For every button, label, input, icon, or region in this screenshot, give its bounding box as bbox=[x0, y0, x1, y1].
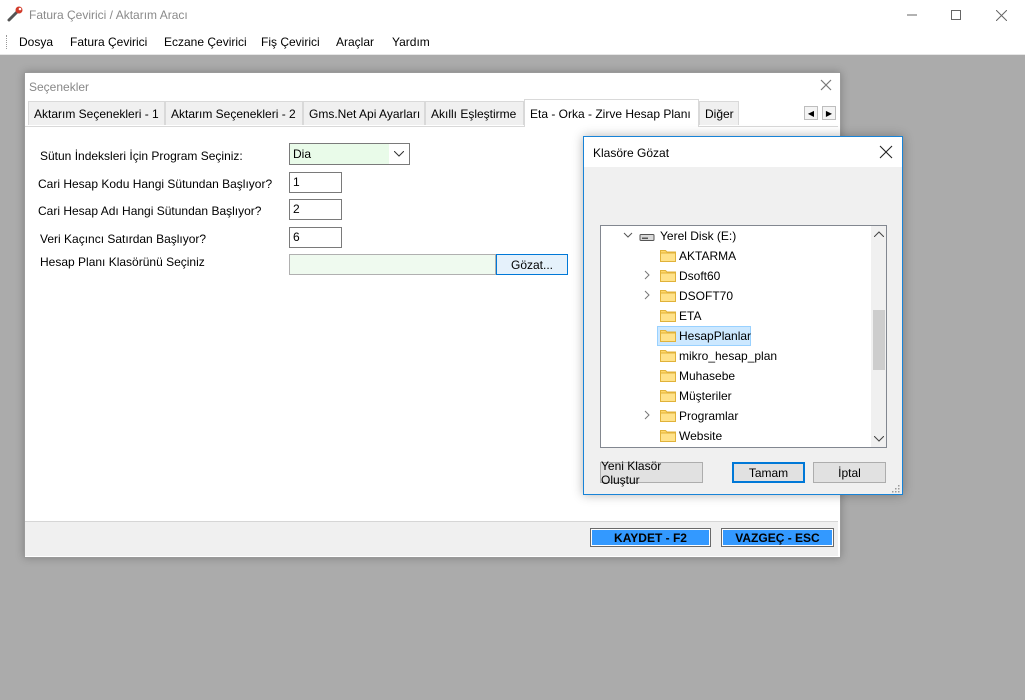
tree-folder-label: DSOFT70 bbox=[679, 289, 734, 303]
start-row-label: Veri Kaçıncı Satırdan Başlıyor? bbox=[40, 232, 207, 246]
options-title: Seçenekler bbox=[29, 80, 90, 94]
tab-scroll-right-button[interactable]: ▶ bbox=[822, 106, 836, 120]
folder-icon bbox=[660, 390, 676, 402]
folder-tree[interactable]: Yerel Disk (E:) AKTARMA Dsoft60 DSOFT70 ETA… bbox=[600, 225, 887, 448]
resize-grip-icon[interactable] bbox=[890, 483, 900, 493]
maximize-icon bbox=[951, 10, 961, 20]
app-title: Fatura Çevirici / Aktarım Aracı bbox=[29, 8, 188, 22]
wrench-icon bbox=[7, 6, 23, 22]
folder-path-input[interactable] bbox=[289, 254, 496, 275]
start-row-input[interactable]: 6 bbox=[289, 227, 342, 248]
chevron-down-icon bbox=[623, 232, 633, 238]
menu-fis-cevirici[interactable]: Fiş Çevirici bbox=[261, 35, 320, 49]
menu-eczane-cevirici[interactable]: Eczane Çevirici bbox=[164, 35, 247, 49]
dialog-cancel-button[interactable]: İptal bbox=[813, 462, 886, 483]
tree-folder-item[interactable]: ETA bbox=[601, 306, 871, 326]
tree-root[interactable]: Yerel Disk (E:) bbox=[601, 226, 871, 246]
program-select-value: Dia bbox=[293, 147, 312, 161]
right-arrow-icon: ▶ bbox=[825, 108, 833, 118]
scroll-down-icon[interactable] bbox=[874, 436, 884, 442]
tab-diger[interactable]: Diğer bbox=[699, 101, 739, 125]
code-column-input[interactable]: 1 bbox=[289, 172, 342, 193]
cancel-button[interactable]: VAZGEÇ - ESC bbox=[721, 528, 834, 547]
minimize-button[interactable] bbox=[889, 0, 935, 30]
scrollbar-thumb[interactable] bbox=[873, 310, 885, 370]
chevron-right-icon[interactable] bbox=[642, 270, 652, 280]
tree-folder-label: AKTARMA bbox=[679, 249, 737, 263]
folder-icon bbox=[660, 350, 676, 362]
options-bottom-bar bbox=[25, 521, 838, 556]
name-column-input[interactable]: 2 bbox=[289, 199, 342, 220]
folder-icon bbox=[660, 310, 676, 322]
tree-folder-label: ETA bbox=[679, 309, 702, 323]
chevron-down-icon bbox=[389, 144, 409, 164]
program-select[interactable]: Dia bbox=[289, 143, 410, 165]
tab-aktarim-2[interactable]: Aktarım Seçenekleri - 2 bbox=[165, 101, 303, 125]
tab-eta-orka-zirve[interactable]: Eta - Orka - Zirve Hesap Planı bbox=[524, 99, 699, 127]
menu-yardim[interactable]: Yardım bbox=[392, 35, 430, 49]
maximize-button[interactable] bbox=[933, 0, 979, 30]
close-button[interactable] bbox=[978, 0, 1024, 30]
folder-icon bbox=[660, 270, 676, 282]
program-label: Sütun İndeksleri İçin Program Seçiniz: bbox=[40, 149, 243, 163]
name-column-label: Cari Hesap Adı Hangi Sütundan Başlıyor? bbox=[38, 204, 262, 218]
tree-folder-item[interactable]: mikro_hesap_plan bbox=[601, 346, 871, 366]
tab-gms-api[interactable]: Gms.Net Api Ayarları bbox=[303, 101, 425, 125]
left-arrow-icon: ◀ bbox=[807, 108, 815, 118]
drive-icon bbox=[639, 234, 655, 241]
scroll-up-icon[interactable] bbox=[874, 231, 884, 237]
menu-dosya[interactable]: Dosya bbox=[19, 35, 53, 49]
tree-folder-item[interactable]: Programlar bbox=[601, 406, 871, 426]
tree-folder-item[interactable]: DSOFT70 bbox=[601, 286, 871, 306]
menu-grip bbox=[6, 35, 9, 49]
tree-folder-label: mikro_hesap_plan bbox=[679, 349, 778, 363]
folder-icon bbox=[660, 330, 676, 342]
tree-folder-item[interactable]: HesapPlanlar bbox=[601, 326, 871, 346]
tree-folder-label: HesapPlanlar bbox=[679, 329, 752, 343]
folder-icon bbox=[660, 430, 676, 442]
tree-folder-item[interactable]: Muhasebe bbox=[601, 366, 871, 386]
folder-label: Hesap Planı Klasörünü Seçiniz bbox=[40, 255, 205, 269]
tree-folder-item[interactable]: Website bbox=[601, 426, 871, 446]
folder-icon bbox=[660, 410, 676, 422]
tree-folder-label: Muhasebe bbox=[679, 369, 736, 383]
save-button[interactable]: KAYDET - F2 bbox=[590, 528, 711, 547]
tree-folder-label: Müşteriler bbox=[679, 389, 732, 403]
tree-folder-item[interactable]: AKTARMA bbox=[601, 246, 871, 266]
tree-root-label: Yerel Disk (E:) bbox=[660, 229, 737, 243]
code-column-label: Cari Hesap Kodu Hangi Sütundan Başlıyor? bbox=[38, 177, 273, 191]
minimize-icon bbox=[907, 14, 917, 16]
close-icon[interactable] bbox=[818, 77, 834, 93]
tree-folder-label: Programlar bbox=[679, 409, 739, 423]
menu-araclar[interactable]: Araçlar bbox=[336, 35, 374, 49]
folder-icon bbox=[660, 290, 676, 302]
tree-folder-item[interactable]: Müşteriler bbox=[601, 386, 871, 406]
menu-fatura-cevirici[interactable]: Fatura Çevirici bbox=[70, 35, 147, 49]
dialog-title: Klasöre Gözat bbox=[593, 146, 670, 160]
tree-folder-label: Website bbox=[679, 429, 723, 443]
tab-strip: Aktarım Seçenekleri - 1 Aktarım Seçenekl… bbox=[25, 99, 838, 127]
tree-folder-item[interactable]: Dsoft60 bbox=[601, 266, 871, 286]
menu-bar bbox=[0, 30, 1025, 55]
browse-button[interactable]: Gözat... bbox=[496, 254, 568, 275]
new-folder-button[interactable]: Yeni Klasör Oluştur bbox=[600, 459, 703, 487]
browse-folder-dialog: Klasöre Gözat Yerel Disk (E:) AKTARMA Dso… bbox=[583, 136, 903, 495]
tab-akilli-eslestirme[interactable]: Akıllı Eşleştirme bbox=[425, 101, 524, 125]
tab-scroll-left-button[interactable]: ◀ bbox=[804, 106, 818, 120]
folder-icon bbox=[660, 370, 676, 382]
close-icon bbox=[995, 9, 1007, 21]
tree-folder-label: Dsoft60 bbox=[679, 269, 721, 283]
chevron-right-icon[interactable] bbox=[642, 410, 652, 420]
chevron-right-icon[interactable] bbox=[642, 290, 652, 300]
close-icon[interactable] bbox=[879, 145, 893, 159]
folder-icon bbox=[660, 250, 676, 262]
tab-aktarim-1[interactable]: Aktarım Seçenekleri - 1 bbox=[28, 101, 165, 125]
ok-button[interactable]: Tamam bbox=[732, 462, 805, 483]
